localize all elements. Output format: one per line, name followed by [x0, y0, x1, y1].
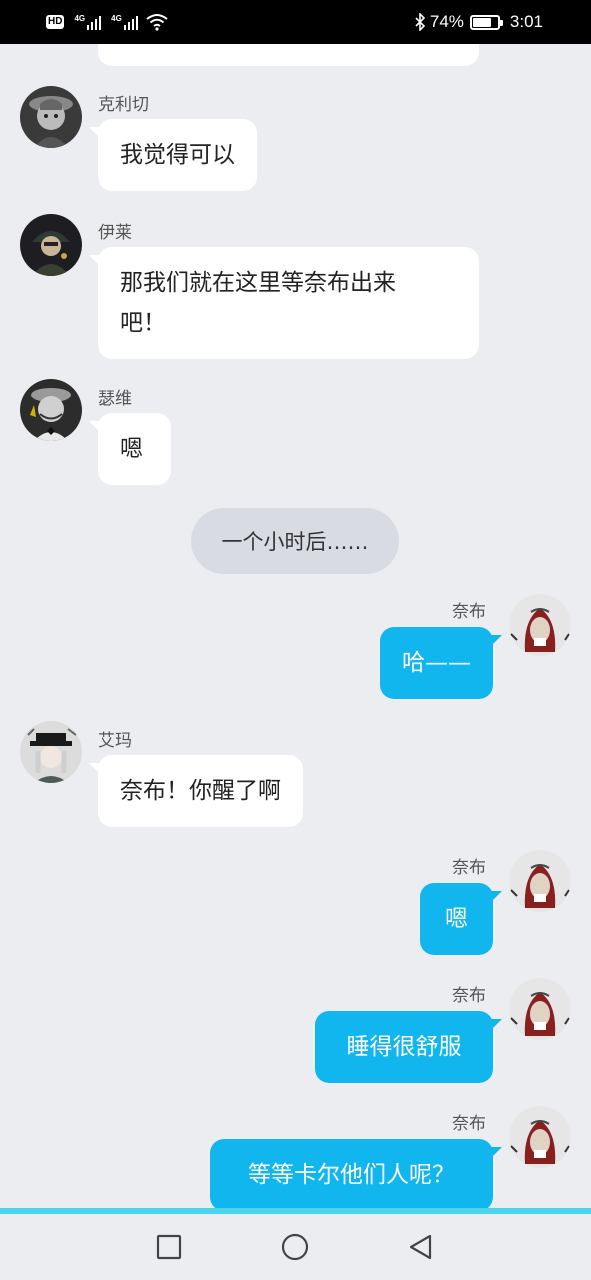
- message-bubble-partial: [98, 44, 479, 66]
- clock: 3:01: [509, 12, 543, 31]
- message-bubble[interactable]: 嗯: [89, 413, 171, 485]
- message-text-line1: 那我们就在这里等奈布出来: [120, 270, 396, 296]
- status-right: 74% 3:01: [414, 10, 543, 34]
- avatar-aima[interactable]: [20, 721, 82, 783]
- wifi-icon: [146, 14, 168, 31]
- system-text: 一个小时后……: [221, 530, 369, 554]
- message-text-line2: 吧！: [120, 310, 166, 336]
- sender-name: 奈布: [452, 1114, 486, 1134]
- battery-fill: [472, 17, 491, 27]
- sender-name: 克利切: [98, 95, 149, 115]
- battery-icon: [469, 14, 503, 30]
- avatar-naibu[interactable]: [509, 850, 571, 912]
- message-text: 睡得很舒服: [346, 1034, 462, 1060]
- back-icon[interactable]: [406, 1232, 436, 1262]
- recent-apps-icon[interactable]: [154, 1232, 184, 1262]
- signal-icon: 4G: [74, 14, 102, 30]
- message-bubble[interactable]: 睡得很舒服: [315, 1011, 502, 1083]
- message-bubble[interactable]: 嗯: [420, 883, 502, 955]
- avatar-kelieqie[interactable]: [20, 86, 82, 148]
- message-text: 哈——: [402, 650, 471, 676]
- sender-name: 艾玛: [98, 731, 132, 751]
- avatar-naibu[interactable]: [509, 1106, 571, 1168]
- battery-percent: 74%: [429, 12, 464, 31]
- message-text: 嗯: [120, 436, 143, 462]
- message-bubble[interactable]: 哈——: [380, 627, 502, 699]
- avatar-yilai[interactable]: [20, 214, 82, 276]
- sender-name: 奈布: [452, 986, 486, 1006]
- sender-name: 奈布: [452, 602, 486, 622]
- chat-area[interactable]: 克利切 我觉得可以 伊莱 那我们就在这里等奈布出来 吧！ 瑟维 嗯 一个小时后……: [0, 44, 591, 1208]
- system-time-notice: 一个小时后……: [191, 508, 399, 574]
- signal-icon-2: 4G: [111, 14, 138, 30]
- avatar-naibu[interactable]: [509, 978, 571, 1040]
- avatar-sewei[interactable]: [20, 379, 82, 441]
- sender-name: 瑟维: [98, 389, 132, 409]
- message-text: 奈布！你醒了啊: [120, 778, 281, 804]
- status-bar: HD 4G 4G 74% 3:01: [0, 0, 591, 44]
- message-bubble[interactable]: 那我们就在这里等奈布出来 吧！: [89, 247, 479, 359]
- message-bubble[interactable]: 奈布！你醒了啊: [89, 755, 303, 827]
- message-text: 嗯: [445, 906, 468, 932]
- sender-name: 奈布: [452, 858, 486, 878]
- bluetooth-icon: [415, 13, 426, 31]
- home-icon[interactable]: [280, 1232, 310, 1262]
- message-text: 我觉得可以: [120, 142, 235, 168]
- message-bubble[interactable]: 等等卡尔他们人呢？: [210, 1139, 502, 1208]
- sender-name: 伊莱: [98, 223, 132, 243]
- navigation-bar: [0, 1214, 591, 1280]
- avatar-naibu[interactable]: [509, 594, 571, 656]
- message-bubble[interactable]: 我觉得可以: [89, 119, 257, 191]
- message-text: 等等卡尔他们人呢？: [248, 1162, 455, 1188]
- hd-icon: HD: [46, 15, 65, 29]
- status-left: HD 4G 4G: [46, 10, 168, 34]
